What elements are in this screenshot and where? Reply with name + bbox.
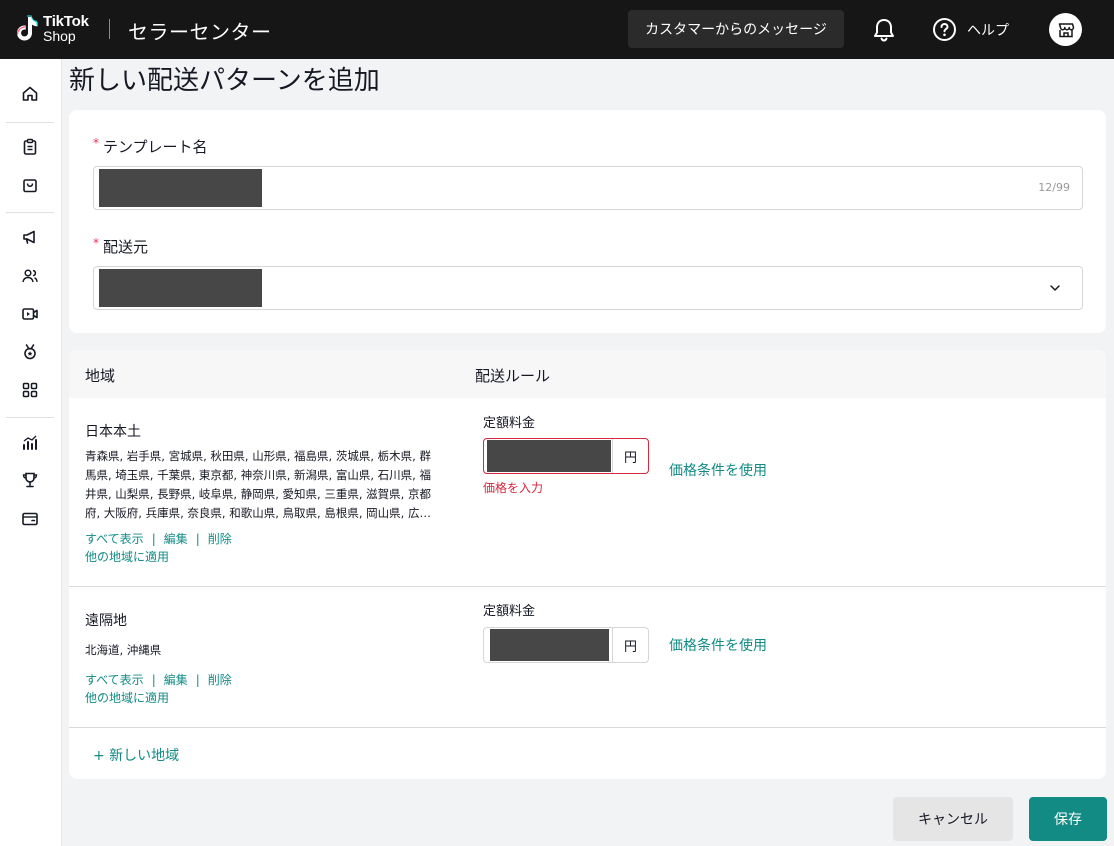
apply-other-link[interactable]: 他の地域に適用 [85,689,169,706]
currency-suffix: 円 [612,628,648,662]
bag-icon[interactable] [20,175,40,195]
medal-icon[interactable] [20,342,40,362]
origin-label: * 配送元 [93,236,149,256]
show-all-link[interactable]: すべて表示 [85,532,144,546]
use-price-condition-link[interactable]: 価格条件を使用 [669,635,767,655]
clipboard-icon[interactable] [20,137,40,157]
region-name: 日本本土 [85,424,141,440]
home-icon[interactable] [20,84,40,104]
save-button[interactable]: 保存 [1029,797,1107,841]
region-name: 遠隔地 [85,613,127,629]
shipping-rules-card: 地域 配送ルール 日本本土 青森県, 岩手県, 宮城県, 秋田県, 山形県, 福… [69,350,1106,779]
page-title: 新しい配送パターンを追加 [69,66,380,96]
apps-icon[interactable] [20,380,40,400]
add-region-button[interactable]: + 新しい地域 [93,745,179,765]
trophy-icon[interactable] [20,470,40,490]
tiktok-logo-icon [16,15,38,41]
users-icon[interactable] [20,266,40,286]
required-marker: * [93,236,99,250]
row-divider [69,586,1106,587]
char-counter: 12/99 [1038,181,1070,194]
table-header: 地域 配送ルール [69,350,1106,398]
sidebar-divider [6,122,54,123]
logo-line2: Shop [43,28,76,44]
analytics-icon[interactable] [20,433,40,453]
region-prefectures: 北海道, 沖縄県 [85,643,162,657]
top-bar: TikTok Shop セラーセンター カスタマーからのメッセージ ヘルプ [0,0,1114,59]
help-label[interactable]: ヘルプ [967,20,1009,40]
region-actions: すべて表示 | 編集 | 削除 [85,532,232,546]
delete-link[interactable]: 削除 [208,532,232,546]
shop-avatar[interactable] [1049,13,1082,46]
price-error: 価格を入力 [483,481,544,495]
customer-messages-button[interactable]: カスタマーからのメッセージ [628,10,844,48]
region-prefectures: 青森県, 岩手県, 宮城県, 秋田県, 山形県, 福島県, 茨城県, 栃木県, … [85,449,431,520]
origin-select[interactable] [93,266,1083,310]
flat-rate-label: 定額料金 [483,416,536,431]
redacted-value [490,629,609,661]
logo-line1: TikTok [43,13,89,30]
required-marker: * [93,136,99,150]
cancel-button[interactable]: キャンセル [893,797,1013,841]
delete-link[interactable]: 削除 [208,673,232,687]
edit-link[interactable]: 編集 [164,673,188,687]
tiktok-shop-logo[interactable]: TikTok Shop [13,13,97,45]
region-actions: すべて表示 | 編集 | 削除 [85,673,232,687]
template-form-card: * テンプレート名 12/99 * 配送元 [69,110,1106,333]
header-divider [109,19,110,39]
wallet-icon[interactable] [20,509,40,529]
redacted-value [99,169,262,207]
app-title: セラーセンター [128,20,272,44]
megaphone-icon[interactable] [20,227,40,247]
price-input[interactable]: 円 [483,627,649,663]
currency-suffix: 円 [612,439,648,473]
template-name-input[interactable]: 12/99 [93,166,1083,210]
flat-rate-label: 定額料金 [483,604,536,619]
row-divider [69,727,1106,728]
edit-link[interactable]: 編集 [164,532,188,546]
use-price-condition-link[interactable]: 価格条件を使用 [669,460,767,480]
redacted-value [99,269,262,307]
col-rule-header: 配送ルール [475,367,551,385]
apply-other-link[interactable]: 他の地域に適用 [85,548,169,565]
sidebar-divider [6,212,54,213]
help-icon[interactable] [932,17,957,42]
price-input[interactable]: 円 [483,438,649,474]
sidebar [0,59,62,846]
store-icon [1058,22,1074,37]
video-icon[interactable] [20,304,40,324]
sidebar-divider [6,417,54,418]
template-name-label: * テンプレート名 [93,136,208,156]
bell-icon[interactable] [871,17,897,43]
show-all-link[interactable]: すべて表示 [85,673,144,687]
redacted-value [487,440,611,472]
chevron-down-icon [1050,285,1060,291]
col-region-header: 地域 [85,367,116,385]
